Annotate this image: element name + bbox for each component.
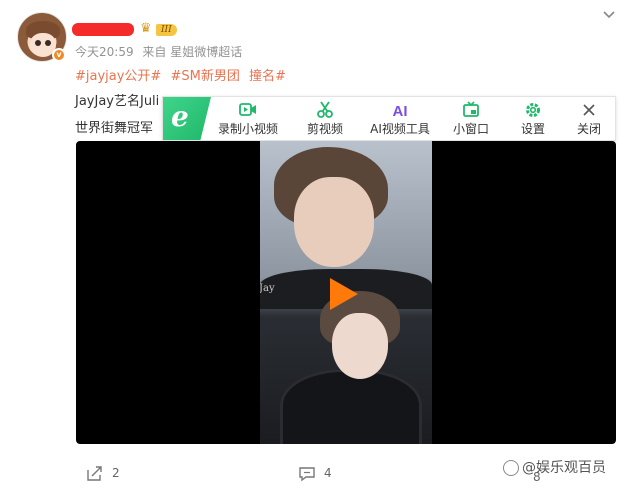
topic-tag[interactable]: 撞名#	[249, 69, 286, 84]
close-icon	[583, 104, 595, 116]
svg-text:AI: AI	[393, 103, 408, 119]
video-person-2-face	[332, 313, 388, 379]
topic-tag[interactable]: #jayjay公开#	[75, 69, 161, 84]
ai-icon: AI	[393, 103, 408, 119]
crown-icon: ♛	[140, 21, 152, 36]
settings-button[interactable]: 设置	[515, 101, 551, 139]
cut-video-button[interactable]: 剪视频	[297, 101, 353, 139]
topic-tags: #jayjay公开# #SM新男团 撞名#	[75, 65, 291, 84]
ai-video-tool-button[interactable]: AI AI视频工具	[367, 101, 433, 139]
video-person-1-face	[294, 177, 374, 267]
post-meta: 今天20:59 来自 星姐微博超话	[75, 43, 247, 60]
share-count: 2	[112, 466, 120, 480]
comment-icon[interactable]	[298, 466, 316, 482]
video-toolbar: e 录制小视频 剪视频 AI AI视频工具 小窗口 设置 关闭	[162, 96, 616, 141]
post-text-line-2: 世界街舞冠军	[75, 121, 154, 136]
video-overlay-text: Jay	[260, 283, 275, 294]
post-text-line-1: JayJay艺名Juli	[75, 90, 159, 109]
post-source[interactable]: 来自 星姐微博超话	[142, 45, 242, 59]
watermark-text: @娱乐观百员	[522, 460, 606, 476]
post-text-line-1-start: JayJay艺名Juli	[75, 94, 160, 109]
browser-logo-icon: e	[163, 97, 211, 140]
username-redacted[interactable]	[72, 23, 134, 36]
avatar-eye-left	[35, 40, 41, 46]
scissors-icon	[317, 101, 333, 118]
video-person-2-jacket	[280, 369, 422, 444]
close-button[interactable]: 关闭	[571, 101, 607, 139]
chevron-down-icon[interactable]	[602, 8, 616, 22]
mini-window-button[interactable]: 小窗口	[449, 101, 493, 139]
post-time[interactable]: 今天20:59	[75, 45, 134, 59]
settings-gear-icon	[526, 103, 540, 117]
play-icon[interactable]	[330, 278, 358, 310]
mini-window-icon	[463, 101, 479, 117]
comment-count: 4	[324, 466, 332, 480]
record-video-icon	[239, 103, 256, 116]
share-icon[interactable]	[86, 465, 104, 481]
level-badge: III	[156, 24, 177, 36]
watermark-logo-icon	[503, 460, 519, 476]
video-player[interactable]: Jay	[76, 141, 616, 444]
avatar-eye-right	[45, 40, 51, 46]
record-video-button[interactable]: 录制小视频	[215, 101, 281, 139]
topic-tag[interactable]: #SM新男团	[170, 69, 239, 84]
verified-badge: v	[52, 48, 66, 62]
